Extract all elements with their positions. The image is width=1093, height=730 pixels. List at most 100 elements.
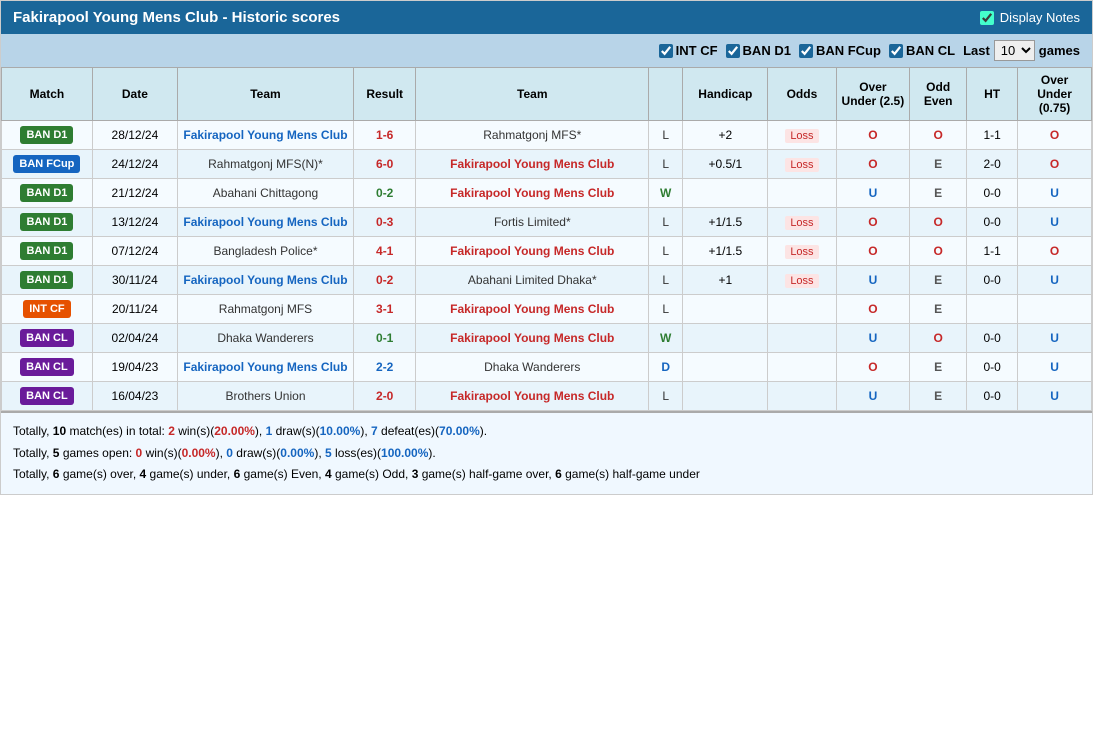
- table-row: BAN FCup 24/12/24 Rahmatgonj MFS(N)* 6-0…: [2, 150, 1092, 179]
- match-odds: [768, 382, 836, 411]
- match-oe: E: [910, 353, 967, 382]
- match-outcome: L: [649, 295, 683, 324]
- filter-ban-fcup[interactable]: BAN FCup: [799, 43, 881, 58]
- match-ou25: O: [836, 237, 910, 266]
- team2-name: Abahani Limited Dhaka*: [416, 266, 649, 295]
- badge-label: BAN D1: [20, 271, 73, 289]
- badge-label: BAN CL: [20, 329, 74, 347]
- team1-name: Dhaka Wanderers: [177, 324, 353, 353]
- summary-section: Totally, 10 match(es) in total: 2 win(s)…: [1, 411, 1092, 494]
- match-ht: 0-0: [967, 208, 1018, 237]
- col-ou25: Over Under (2.5): [836, 68, 910, 121]
- match-ou25: O: [836, 353, 910, 382]
- team2-name: Fakirapool Young Mens Club: [416, 382, 649, 411]
- match-odds: Loss: [768, 121, 836, 150]
- badge-label: BAN D1: [20, 184, 73, 202]
- match-ou075: U: [1018, 208, 1092, 237]
- match-ht: 1-1: [967, 121, 1018, 150]
- match-date: 30/11/24: [92, 266, 177, 295]
- match-handicap: [683, 353, 768, 382]
- team1-name: Abahani Chittagong: [177, 179, 353, 208]
- summary-line1: Totally, 10 match(es) in total: 2 win(s)…: [13, 421, 1080, 443]
- match-ou25: U: [836, 324, 910, 353]
- team1-name: Rahmatgonj MFS(N)*: [177, 150, 353, 179]
- match-odds: Loss: [768, 150, 836, 179]
- last-label: Last: [963, 43, 990, 58]
- last-games-select[interactable]: 10 5 15 20 25 30 All: [994, 40, 1035, 61]
- filter-ban-fcup-checkbox[interactable]: [799, 44, 813, 58]
- col-team2: Team: [416, 68, 649, 121]
- display-notes-label: Display Notes: [1000, 10, 1080, 25]
- table-row: BAN D1 21/12/24 Abahani Chittagong 0-2 F…: [2, 179, 1092, 208]
- match-ou25: U: [836, 266, 910, 295]
- match-ou25: U: [836, 179, 910, 208]
- match-oe: E: [910, 150, 967, 179]
- match-date: 20/11/24: [92, 295, 177, 324]
- match-badge: BAN CL: [2, 382, 93, 411]
- team2-name: Fortis Limited*: [416, 208, 649, 237]
- team1-name: Fakirapool Young Mens Club: [177, 266, 353, 295]
- team1-name: Brothers Union: [177, 382, 353, 411]
- match-result: 3-1: [353, 295, 415, 324]
- col-date: Date: [92, 68, 177, 121]
- last-games-filter: Last 10 5 15 20 25 30 All games: [963, 40, 1080, 61]
- match-date: 16/04/23: [92, 382, 177, 411]
- col-match: Match: [2, 68, 93, 121]
- col-ht: HT: [967, 68, 1018, 121]
- filter-ban-cl[interactable]: BAN CL: [889, 43, 955, 58]
- filter-int-cf-label: INT CF: [676, 43, 718, 58]
- match-outcome: L: [649, 266, 683, 295]
- match-ht: [967, 295, 1018, 324]
- col-oe: Odd Even: [910, 68, 967, 121]
- match-outcome: L: [649, 382, 683, 411]
- badge-label: BAN D1: [20, 242, 73, 260]
- main-container: Fakirapool Young Mens Club - Historic sc…: [0, 0, 1093, 495]
- filter-ban-cl-checkbox[interactable]: [889, 44, 903, 58]
- table-row: BAN D1 13/12/24 Fakirapool Young Mens Cl…: [2, 208, 1092, 237]
- col-handicap: Handicap: [683, 68, 768, 121]
- match-badge: BAN D1: [2, 266, 93, 295]
- table-row: BAN D1 30/11/24 Fakirapool Young Mens Cl…: [2, 266, 1092, 295]
- filter-ban-d1[interactable]: BAN D1: [726, 43, 791, 58]
- badge-label: BAN CL: [20, 387, 74, 405]
- match-ht: 0-0: [967, 266, 1018, 295]
- filter-ban-fcup-label: BAN FCup: [816, 43, 881, 58]
- match-date: 13/12/24: [92, 208, 177, 237]
- display-notes-checkbox[interactable]: [980, 11, 994, 25]
- filter-int-cf[interactable]: INT CF: [659, 43, 718, 58]
- match-handicap: +2: [683, 121, 768, 150]
- match-ou075: U: [1018, 324, 1092, 353]
- match-handicap: [683, 295, 768, 324]
- match-ou075: O: [1018, 121, 1092, 150]
- badge-label: BAN D1: [20, 126, 73, 144]
- match-outcome: L: [649, 150, 683, 179]
- match-ou075: U: [1018, 382, 1092, 411]
- match-result: 0-2: [353, 266, 415, 295]
- match-handicap: +1: [683, 266, 768, 295]
- match-outcome: W: [649, 324, 683, 353]
- match-result: 0-3: [353, 208, 415, 237]
- match-ht: 2-0: [967, 150, 1018, 179]
- games-label: games: [1039, 43, 1080, 58]
- filter-ban-d1-checkbox[interactable]: [726, 44, 740, 58]
- match-handicap: +1/1.5: [683, 208, 768, 237]
- match-odds: Loss: [768, 237, 836, 266]
- badge-label: BAN FCup: [13, 155, 80, 173]
- match-oe: E: [910, 179, 967, 208]
- summary-line2: Totally, 5 games open: 0 win(s)(0.00%), …: [13, 443, 1080, 465]
- match-ht: 0-0: [967, 382, 1018, 411]
- team1-name: Bangladesh Police*: [177, 237, 353, 266]
- table-row: BAN D1 28/12/24 Fakirapool Young Mens Cl…: [2, 121, 1092, 150]
- team2-name: Fakirapool Young Mens Club: [416, 295, 649, 324]
- match-oe: O: [910, 208, 967, 237]
- match-handicap: [683, 382, 768, 411]
- table-row: BAN D1 07/12/24 Bangladesh Police* 4-1 F…: [2, 237, 1092, 266]
- team2-name: Fakirapool Young Mens Club: [416, 324, 649, 353]
- match-date: 21/12/24: [92, 179, 177, 208]
- match-odds: [768, 324, 836, 353]
- table-row: BAN CL 02/04/24 Dhaka Wanderers 0-1 Faki…: [2, 324, 1092, 353]
- scores-table: Match Date Team Result Team Handicap Odd…: [1, 67, 1092, 411]
- filter-int-cf-checkbox[interactable]: [659, 44, 673, 58]
- match-ht: 0-0: [967, 353, 1018, 382]
- match-badge: BAN FCup: [2, 150, 93, 179]
